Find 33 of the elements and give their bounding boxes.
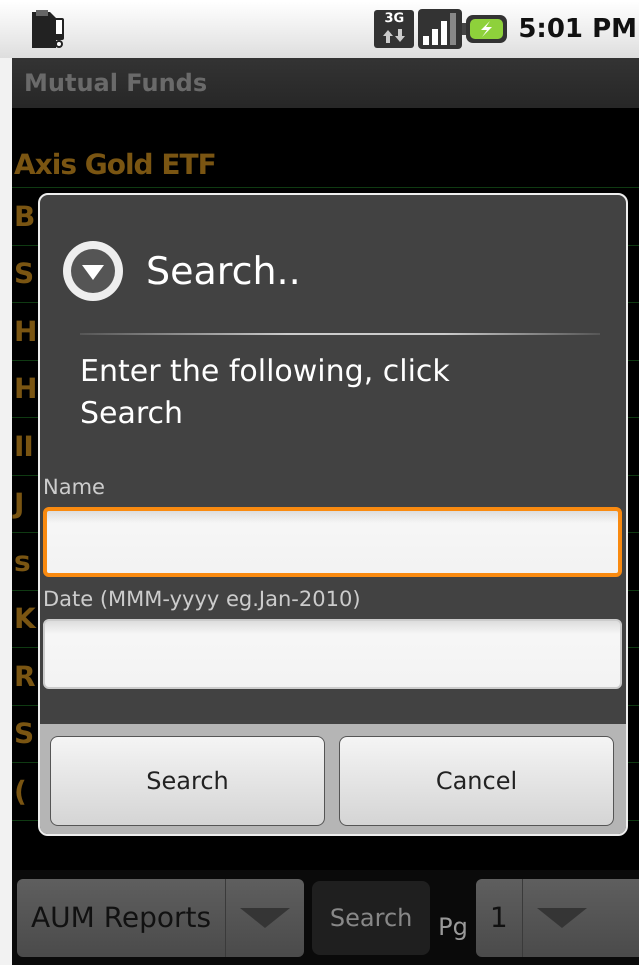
search-button[interactable]: Search xyxy=(50,736,325,826)
fund-name: s xyxy=(13,544,30,578)
search-button[interactable]: Search xyxy=(312,880,430,954)
network-icon: 3G xyxy=(374,10,414,48)
name-field[interactable] xyxy=(43,507,622,577)
field-label: Date (MMM-yyyy eg.Jan-2010) xyxy=(43,587,362,611)
signal-icon xyxy=(418,9,462,49)
fund-name: S xyxy=(13,257,34,290)
caret-icon xyxy=(536,908,587,928)
fund-name: II xyxy=(13,430,33,463)
clock-time: 5:01 PM xyxy=(518,14,637,44)
date-field[interactable] xyxy=(43,619,622,689)
fund-name: ( xyxy=(13,774,26,808)
fund-name: J xyxy=(12,487,24,520)
battery-charging-icon xyxy=(462,14,508,44)
page-dropdown[interactable]: 1 xyxy=(476,878,639,956)
fund-name: Axis Gold ETF xyxy=(13,148,216,181)
dialog-message: Enter the following, click Search xyxy=(79,353,451,433)
fund-name: K xyxy=(13,602,35,636)
fund-name: R xyxy=(13,660,35,693)
data-arrows-icon xyxy=(381,28,408,44)
fund-name: B xyxy=(13,200,34,233)
dialog-title: Search.. xyxy=(146,249,301,293)
report-dropdown[interactable]: AUM Reports xyxy=(17,878,304,956)
fund-name: H xyxy=(13,372,36,406)
caret-icon xyxy=(240,908,290,928)
dropdown-circle-icon xyxy=(62,240,124,302)
fund-name: S xyxy=(13,717,34,750)
field-label: Name xyxy=(43,475,106,499)
fund-name: H xyxy=(13,314,36,348)
page-label: Pg xyxy=(438,912,468,940)
app-title: Mutual Funds xyxy=(24,69,208,97)
cancel-button[interactable]: Cancel xyxy=(339,736,614,826)
